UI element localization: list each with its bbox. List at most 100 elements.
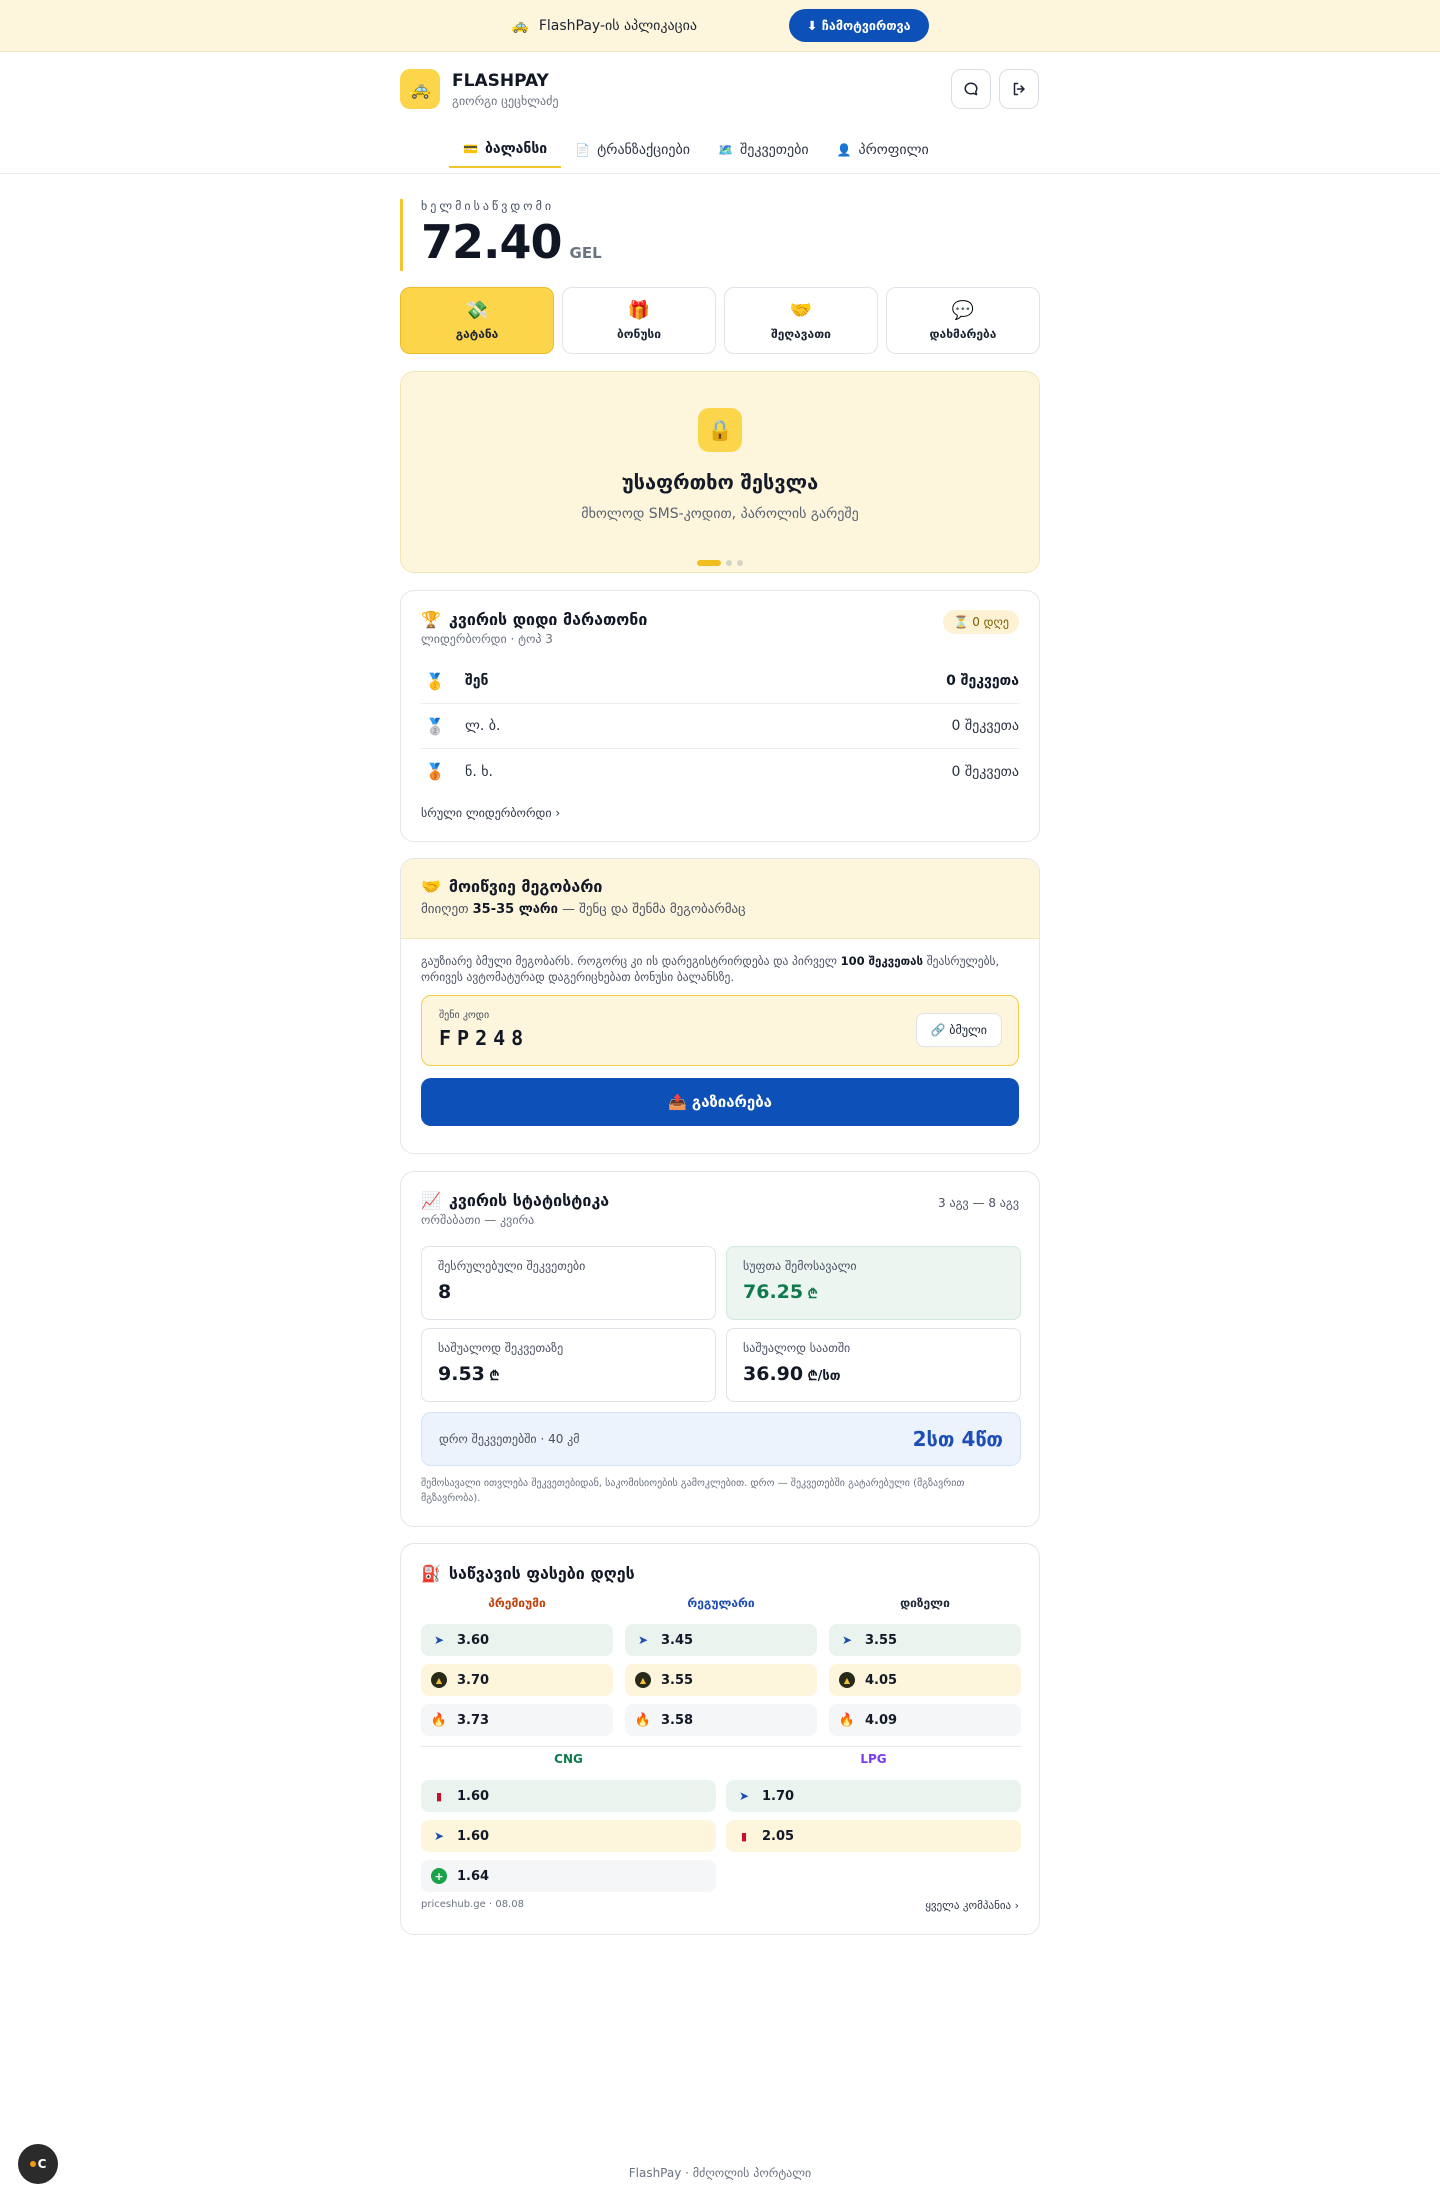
fuel-price-cell[interactable]: ➤ 1.70 (726, 1780, 1021, 1812)
carousel-dot[interactable] (726, 560, 732, 566)
stat-label: საშუალოდ საათში (743, 1341, 851, 1355)
fuel-price: 2.05 (762, 1828, 795, 1844)
stat-number: 36.90 (743, 1363, 804, 1385)
dev-badge-letter: C (37, 2157, 47, 2171)
gulf-brand-icon: ▲ (635, 1672, 651, 1688)
logout-button[interactable] (999, 69, 1039, 109)
app-banner: 🚕 FlashPay-ის აპლიკაცია ⬇ ჩამოტვირთვა (0, 0, 1440, 52)
fuel-price: 1.70 (762, 1788, 795, 1804)
tab-1[interactable]: 📄 ტრანზაქციები (561, 132, 704, 168)
fuel-grid-main: პრემიუმი ➤ 3.60 ▲ 3.70 🔥 3.73 რეგულარი ➤ 3.45 ▲ 3.5… (421, 1596, 1021, 1736)
time-in-orders: დრო შეკვეთებში · 40 კმ 2სთ 4წთ (421, 1412, 1021, 1466)
flame-brand-icon: 🔥 (838, 1712, 856, 1728)
fuel-column-header: LPG (860, 1752, 887, 1766)
action-button-2[interactable]: 🤝 შეღავათი (724, 287, 878, 354)
referral-subtitle: მიიღეთ 35-35 ლარი — შენც და შენმა მეგობა… (421, 902, 1019, 917)
stat-value: 8 (438, 1281, 699, 1303)
tab-icon: 📄 (575, 143, 591, 157)
arrow-brand-icon: ➤ (738, 1789, 750, 1803)
tab-2[interactable]: 🗺️ შეკვეთები (704, 132, 823, 168)
leaderboard-value: 0 შეკვეთა (951, 718, 1019, 734)
stats-note: შემოსავალი ითვლება შეკვეთებიდან, საკომის… (421, 1478, 965, 1504)
leaderboard-row: 🥇 შენ 0 შეკვეთა (421, 659, 1019, 704)
tab-label: პროფილი (858, 142, 929, 158)
quick-actions: 💸 გატანა 🎁 ბონუსი 🤝 შეღავათი 💬 დახმარება (400, 287, 1040, 354)
fuel-column-header: დიზელი (900, 1596, 950, 1610)
fuel-price-cell[interactable]: ▲ 4.05 (829, 1664, 1021, 1696)
fuel-price-cell[interactable]: ➤ 3.60 (421, 1624, 613, 1656)
fuel-price-cell[interactable]: ➤ 1.60 (421, 1820, 716, 1852)
fuel-price-cell[interactable]: ▲ 3.55 (625, 1664, 817, 1696)
stats-title-text: კვირის სტატისტიკა (448, 1191, 610, 1210)
stat-tile: სუფთა შემოსავალი 76.25 ₾ (726, 1246, 1021, 1320)
fuel-price: 3.55 (661, 1672, 694, 1688)
action-button-1[interactable]: 🎁 ბონუსი (562, 287, 716, 354)
fuel-price-cell[interactable]: 🔥 3.73 (421, 1704, 613, 1736)
gulf-brand-icon: ▲ (431, 1672, 447, 1688)
fuel-column-header: CNG (554, 1752, 583, 1766)
fuel-title-text: საწვავის ფასები დღეს (448, 1564, 635, 1583)
leaderboard-name: ლ. ბ. (465, 718, 501, 734)
action-icon: 🤝 (789, 300, 813, 321)
referral-text-bold: 100 შეკვეთას (840, 954, 924, 968)
divider (421, 1746, 1021, 1747)
share-button[interactable]: 📤 გაზიარება (421, 1078, 1019, 1126)
fuel-price-cell[interactable]: ➤ 3.45 (625, 1624, 817, 1656)
leaderboard-subtitle: ლიდერბორდი · ტოპ 3 (421, 632, 553, 646)
stat-unit: ₾ (484, 1369, 500, 1384)
leaderboard-title: 🏆 კვირის დიდი მარათონი (421, 610, 647, 629)
action-button-0[interactable]: 💸 გატანა (400, 287, 554, 354)
tab-0[interactable]: 💳 ბალანსი (449, 132, 562, 168)
all-companies-link[interactable]: ყველა კომპანია › (925, 1899, 1019, 1912)
tab-3[interactable]: 👤 პროფილი (823, 132, 943, 168)
stat-number: 8 (438, 1281, 452, 1303)
download-button[interactable]: ⬇ ჩამოტვირთვა (788, 9, 929, 42)
fuel-price-cell[interactable]: 🔥 3.58 (625, 1704, 817, 1736)
tab-label: შეკვეთები (739, 142, 809, 158)
time-value: 2სთ 4წთ (912, 1427, 1003, 1451)
chat-button[interactable] (951, 69, 991, 109)
fuel-column: LPG ➤ 1.70 ▮ 2.05 (726, 1752, 1021, 1892)
promo-carousel[interactable]: 🔒 უსაფრთხო შესვლა მხოლოდ SMS-კოდით, პარო… (400, 371, 1040, 573)
days-left-badge: ⏳ 0 დღე (943, 610, 1019, 634)
balance-currency: GEL (569, 244, 602, 262)
nav-tabs: 💳 ბალანსი 📄 ტრანზაქციები 🗺️ შეკვეთები 👤 პროფილი (449, 132, 943, 168)
footer: FlashPay · მძღოლის პორტალი (628, 2166, 812, 2180)
leaderboard-row: 🥈 ლ. ბ. 0 შეკვეთა (421, 704, 1019, 749)
fuel-price-cell[interactable]: 🔥 4.09 (829, 1704, 1021, 1736)
promo-title: უსაფრთხო შესვლა (621, 470, 819, 494)
action-icon: 🎁 (627, 300, 651, 321)
fuel-price-cell[interactable]: ➤ 3.55 (829, 1624, 1021, 1656)
flame-brand-icon: 🔥 (430, 1712, 448, 1728)
referral-sub-post: — შენც და შენმა მეგობარმაც (557, 902, 746, 917)
stats-subtitle: ორშაბათი — კვირა (421, 1213, 535, 1227)
carousel-dots (401, 560, 1039, 566)
brand[interactable]: 🚕 FLASHPAY გიორგი ცეცხლაძე (400, 69, 558, 109)
referral-code-box: შენი კოდი FP248 🔗 ბმული (421, 995, 1019, 1066)
stat-value: 36.90 ₾/სთ (743, 1363, 1004, 1385)
carousel-dot[interactable] (737, 560, 743, 566)
carousel-dot[interactable] (697, 560, 721, 566)
lock-icon: 🔒 (698, 408, 742, 452)
fuel-column-header: რეგულარი (687, 1596, 755, 1610)
taxi-icon: 🚕 (511, 17, 529, 34)
fuel-price-cell[interactable]: ▲ 3.70 (421, 1664, 613, 1696)
full-leaderboard-link[interactable]: სრული ლიდერბორდი › (421, 806, 560, 820)
header: 🚕 FLASHPAY გიორგი ცეცხლაძე 💳 ბალანსი 📄 ტრან… (0, 52, 1440, 174)
action-button-3[interactable]: 💬 დახმარება (886, 287, 1040, 354)
copy-link-button[interactable]: 🔗 ბმული (915, 1013, 1002, 1047)
arrow-brand-icon: ➤ (433, 1829, 445, 1843)
fuel-price: 3.70 (457, 1672, 490, 1688)
referral-code: FP248 (439, 1026, 530, 1050)
balance-label: ხელმისაწვდომი (421, 199, 555, 213)
fuel-price-cell[interactable]: ▮ 2.05 (726, 1820, 1021, 1852)
fuel-price-cell[interactable]: ▮ 1.60 (421, 1780, 716, 1812)
fuel-price-cell[interactable]: +1.64 (421, 1860, 716, 1892)
action-label: ბონუსი (616, 327, 662, 341)
stat-unit: ₾ (803, 1287, 818, 1302)
action-label: შეღავათი (771, 327, 831, 341)
dev-badge[interactable]: C (18, 2144, 58, 2184)
stats-grid: შესრულებული შეკვეთები 8 სუფთა შემოსავალი 76… (421, 1246, 1021, 1402)
fuel-title: ⛽ საწვავის ფასები დღეს (421, 1564, 635, 1583)
medal-icon: 🥈 (425, 716, 445, 736)
